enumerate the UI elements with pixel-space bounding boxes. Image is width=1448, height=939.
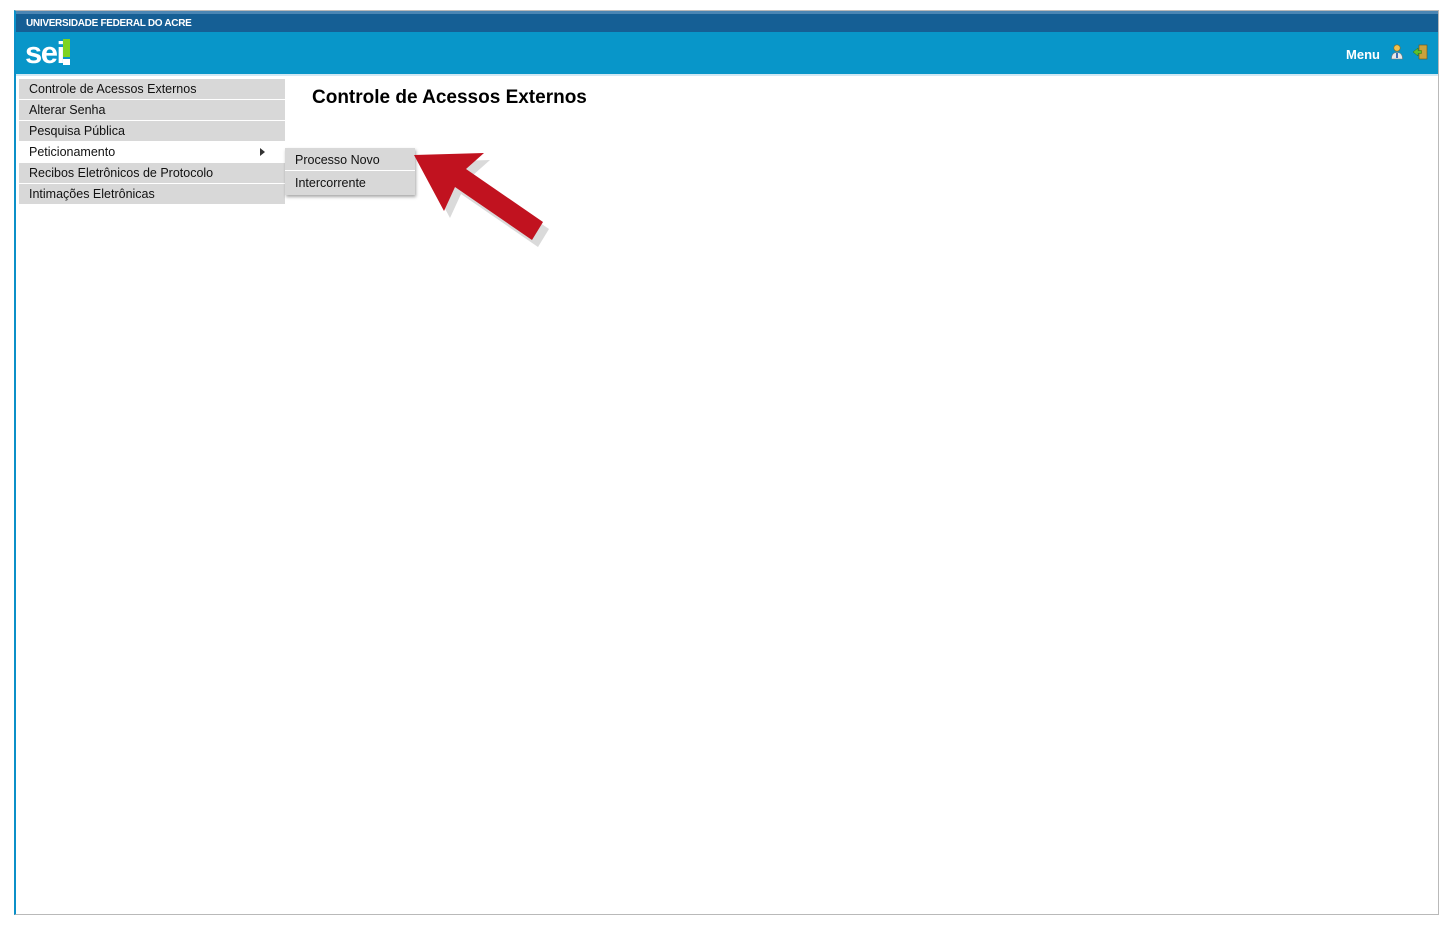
- sidebar-item-label: Peticionamento: [29, 145, 116, 159]
- submenu-item-processo-novo[interactable]: Processo Novo: [285, 148, 415, 170]
- top-bar: UNIVERSIDADE FEDERAL DO ACRE: [16, 11, 1438, 32]
- sidebar-item-alterar-senha[interactable]: Alterar Senha: [19, 100, 285, 120]
- sidebar-item-label: Recibos Eletrônicos de Protocolo: [29, 166, 214, 180]
- pointer-arrow-icon: [414, 153, 549, 247]
- submenu-item-label: Processo Novo: [295, 153, 380, 167]
- sidebar-item-controle-acessos[interactable]: Controle de Acessos Externos: [19, 79, 285, 99]
- header-bar: sei Menu: [16, 32, 1438, 76]
- organization-name: UNIVERSIDADE FEDERAL DO ACRE: [26, 18, 192, 29]
- side-menu: Controle de Acessos Externos Alterar Sen…: [19, 79, 285, 205]
- submenu-item-intercorrente[interactable]: Intercorrente: [285, 171, 415, 195]
- logo-exclamation-icon: [63, 39, 70, 65]
- submenu-item-label: Intercorrente: [295, 176, 366, 190]
- user-icon[interactable]: [1390, 44, 1404, 60]
- page-title: Controle de Acessos Externos: [312, 87, 587, 108]
- sei-logo[interactable]: sei: [25, 36, 65, 70]
- chevron-right-icon: [260, 148, 265, 156]
- menu-link[interactable]: Menu: [1346, 47, 1380, 62]
- sidebar-item-label: Intimações Eletrônicas: [29, 187, 155, 201]
- sidebar-item-peticionamento[interactable]: Peticionamento: [19, 142, 285, 162]
- sidebar-item-intimacoes[interactable]: Intimações Eletrônicas: [19, 184, 285, 204]
- peticionamento-submenu: Processo Novo Intercorrente: [285, 148, 415, 195]
- sidebar-item-label: Controle de Acessos Externos: [29, 82, 197, 96]
- exit-icon[interactable]: [1412, 44, 1428, 60]
- sidebar-item-recibos[interactable]: Recibos Eletrônicos de Protocolo: [19, 163, 285, 183]
- sidebar-item-label: Alterar Senha: [29, 103, 106, 117]
- sidebar-item-pesquisa-publica[interactable]: Pesquisa Pública: [19, 121, 285, 141]
- sidebar-item-label: Pesquisa Pública: [29, 124, 125, 138]
- app-frame: UNIVERSIDADE FEDERAL DO ACRE sei Menu Co…: [14, 10, 1439, 915]
